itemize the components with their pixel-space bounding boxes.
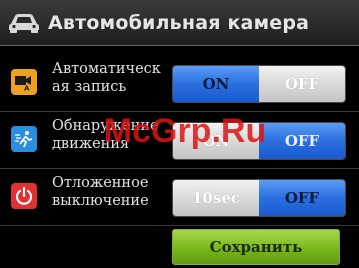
page-title: Автомобильная камера: [48, 11, 310, 34]
setting-row-motion-detection: Обнаружение движения ON OFF: [0, 112, 359, 169]
setting-row-delayed-off: Отложенное выключение 10sec OFF: [0, 169, 359, 226]
option-10sec[interactable]: 10sec: [173, 180, 259, 216]
camera-record-icon: A: [11, 69, 37, 95]
setting-label: Автоматическ ая запись: [52, 61, 161, 95]
svg-text:A: A: [24, 85, 30, 92]
toggle-auto-record[interactable]: ON OFF: [172, 65, 346, 103]
option-off[interactable]: OFF: [259, 66, 345, 102]
option-off[interactable]: OFF: [259, 180, 345, 216]
option-on[interactable]: ON: [173, 66, 259, 102]
toggle-delayed-off[interactable]: 10sec OFF: [172, 179, 346, 217]
title-bar: Автомобильная камера: [0, 0, 359, 46]
toggle-motion-detection[interactable]: ON OFF: [172, 122, 346, 160]
setting-row-auto-record: A Автоматическ ая запись ON OFF: [0, 55, 359, 112]
motion-detect-icon: [11, 126, 37, 152]
option-off[interactable]: OFF: [259, 123, 345, 159]
car-icon: [0, 0, 48, 45]
save-button[interactable]: Сохранить: [172, 229, 340, 265]
power-icon: [11, 183, 37, 209]
setting-label: Отложенное выключение: [52, 175, 149, 209]
option-on[interactable]: ON: [173, 123, 259, 159]
setting-label: Обнаружение движения: [52, 118, 159, 152]
